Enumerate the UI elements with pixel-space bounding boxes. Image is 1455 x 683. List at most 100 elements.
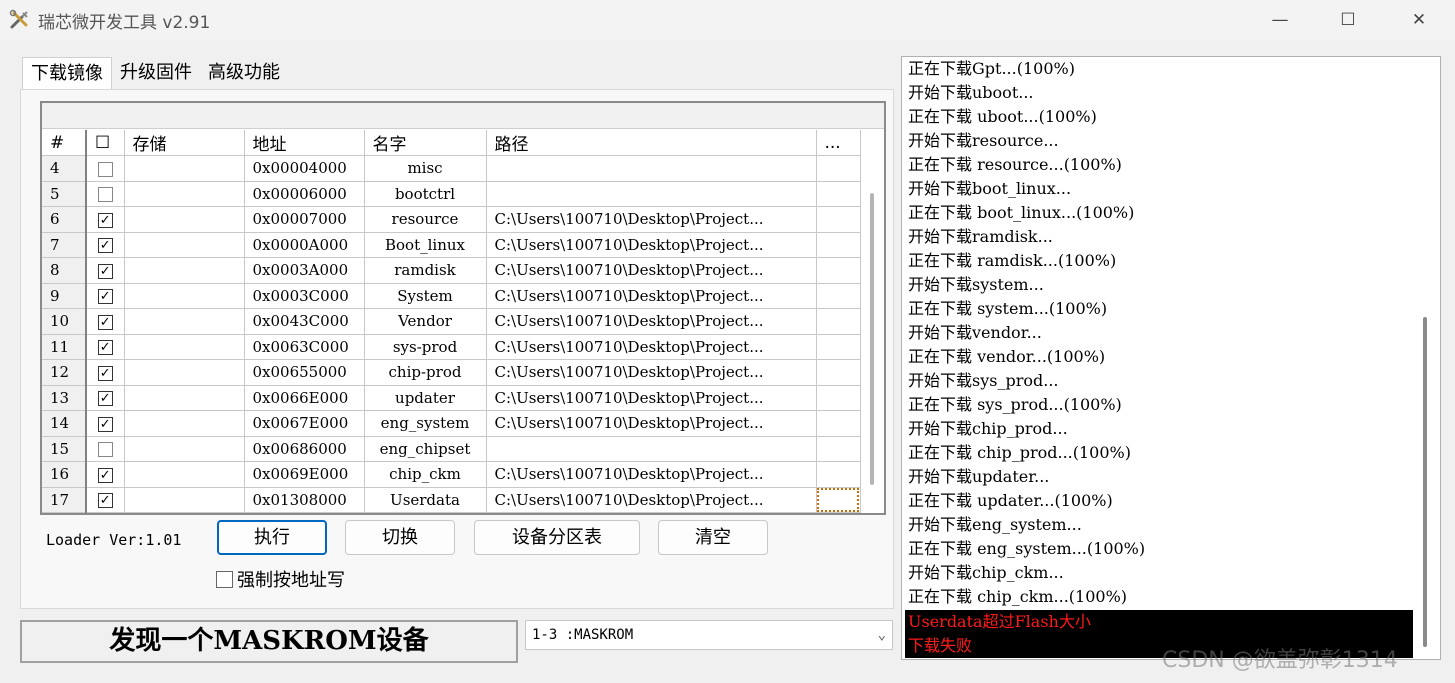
row-path[interactable]: C:\Users\100710\Desktop\Project... xyxy=(486,461,817,488)
row-checkbox-cell[interactable]: ✓ xyxy=(86,232,125,258)
row-checkbox-cell[interactable]: ✓ xyxy=(86,308,125,335)
row-checkbox-cell[interactable]: ✓ xyxy=(86,385,125,411)
row-checkbox-cell[interactable] xyxy=(86,181,125,207)
row-path[interactable]: C:\Users\100710\Desktop\Project... xyxy=(486,257,817,284)
row-name: chip-prod xyxy=(364,359,487,386)
row-checkbox[interactable]: ✓ xyxy=(97,289,113,305)
close-button[interactable]: ✕ xyxy=(1396,4,1442,36)
tab-upgrade-firmware[interactable]: 升级固件 xyxy=(112,57,200,89)
row-checkbox[interactable]: ✓ xyxy=(97,391,113,407)
row-address: 0x0069E000 xyxy=(244,461,365,488)
log-line: 正在下载 resource...(100%) xyxy=(908,155,1122,174)
col-check-header[interactable]: ☐ xyxy=(86,130,125,156)
tab-advanced[interactable]: 高级功能 xyxy=(200,57,288,89)
row-checkbox[interactable]: ✓ xyxy=(97,212,113,228)
row-checkbox-cell[interactable] xyxy=(86,436,125,462)
row-checkbox[interactable]: ✓ xyxy=(97,493,113,509)
table-row[interactable]: 6 ✓ 0x00007000 resource C:\Users\100710\Desk… xyxy=(42,206,861,233)
table-row[interactable]: 7 ✓ 0x0000A000 Boot_linux C:\Users\100710\De… xyxy=(42,232,861,258)
row-checkbox[interactable]: ✓ xyxy=(97,340,113,356)
row-checkbox[interactable]: ✓ xyxy=(97,263,113,279)
row-num: 5 xyxy=(42,181,87,207)
row-checkbox-cell[interactable]: ✓ xyxy=(86,283,125,309)
force-address-checkbox[interactable] xyxy=(216,570,233,588)
table-row[interactable]: 8 ✓ 0x0003A000 ramdisk C:\Users\100710\Deskt… xyxy=(42,257,861,284)
row-path[interactable]: C:\Users\100710\Desktop\Project... xyxy=(486,334,817,360)
table-row[interactable]: 9 ✓ 0x0003C000 System C:\Users\100710\Deskto… xyxy=(42,283,861,309)
row-checkbox-cell[interactable]: ✓ xyxy=(86,410,125,437)
partition-table-button[interactable]: 设备分区表 xyxy=(474,520,640,555)
row-more[interactable] xyxy=(816,181,861,207)
row-checkbox-cell[interactable]: ✓ xyxy=(86,257,125,284)
row-checkbox[interactable]: ✓ xyxy=(97,365,113,381)
row-more[interactable] xyxy=(816,385,861,411)
row-path[interactable]: C:\Users\100710\Desktop\Project... xyxy=(486,206,817,233)
table-row[interactable]: 16 ✓ 0x0069E000 chip_ckm C:\Users\100710\Des… xyxy=(42,461,861,488)
row-path[interactable]: C:\Users\100710\Desktop\Project... xyxy=(486,232,817,258)
row-more[interactable] xyxy=(816,257,861,284)
switch-button[interactable]: 切换 xyxy=(345,520,455,555)
row-checkbox-cell[interactable]: ✓ xyxy=(86,487,125,513)
table-row[interactable]: 4 0x00004000 misc xyxy=(42,155,861,182)
table-row[interactable]: 17 ✓ 0x01308000 Userdata C:\Users\100710\Des… xyxy=(42,487,861,513)
execute-button[interactable]: 执行 xyxy=(217,520,327,555)
row-more[interactable] xyxy=(816,206,861,233)
row-checkbox[interactable] xyxy=(97,442,113,458)
row-path[interactable]: C:\Users\100710\Desktop\Project... xyxy=(486,308,817,335)
row-path[interactable]: C:\Users\100710\Desktop\Project... xyxy=(486,385,817,411)
minimize-button[interactable]: — xyxy=(1257,4,1303,36)
row-more[interactable] xyxy=(816,487,861,513)
row-more[interactable] xyxy=(816,283,861,309)
table-row[interactable]: 12 ✓ 0x00655000 chip-prod C:\Users\100710\De… xyxy=(42,359,861,386)
table-row[interactable]: 15 0x00686000 eng_chipset xyxy=(42,436,861,462)
tab-bar: 下载镜像 升级固件 高级功能 xyxy=(22,57,288,89)
row-checkbox[interactable]: ✓ xyxy=(97,238,113,254)
row-checkbox-cell[interactable]: ✓ xyxy=(86,334,125,360)
title-bar: 瑞芯微开发工具 v2.91 — ☐ ✕ xyxy=(0,0,1455,40)
log-panel[interactable]: 正在下载Gpt...(100%) 开始下载uboot... 正在下载 uboot..… xyxy=(901,56,1441,660)
row-path[interactable]: C:\Users\100710\Desktop\Project... xyxy=(486,359,817,386)
clear-button[interactable]: 清空 xyxy=(658,520,768,555)
log-line: 开始下载eng_system... xyxy=(908,515,1082,534)
row-path[interactable]: C:\Users\100710\Desktop\Project... xyxy=(486,410,817,437)
row-checkbox-cell[interactable]: ✓ xyxy=(86,206,125,233)
chevron-down-icon[interactable]: ⌄ xyxy=(878,621,886,649)
device-select[interactable]: 1-3 :MASKROM ⌄ xyxy=(525,620,893,650)
grid-scrollbar[interactable] xyxy=(870,193,874,485)
row-checkbox[interactable] xyxy=(97,187,113,203)
log-line: 开始下载chip_ckm... xyxy=(908,563,1064,582)
row-path[interactable] xyxy=(486,436,817,462)
row-checkbox-cell[interactable]: ✓ xyxy=(86,359,125,386)
row-checkbox[interactable] xyxy=(97,161,113,177)
row-checkbox-cell[interactable]: ✓ xyxy=(86,461,125,488)
log-scrollbar[interactable] xyxy=(1423,317,1427,647)
row-path[interactable]: C:\Users\100710\Desktop\Project... xyxy=(486,487,817,513)
row-address: 0x00686000 xyxy=(244,436,365,462)
table-row[interactable]: 5 0x00006000 bootctrl xyxy=(42,181,861,207)
table-row[interactable]: 11 ✓ 0x0063C000 sys-prod C:\Users\100710\Des… xyxy=(42,334,861,360)
log-line: 开始下载boot_linux... xyxy=(908,179,1072,198)
row-more[interactable] xyxy=(816,232,861,258)
force-address-write[interactable]: 强制按地址写 xyxy=(216,566,345,592)
row-address: 0x00004000 xyxy=(244,155,365,182)
table-row[interactable]: 13 ✓ 0x0066E000 updater C:\Users\100710\Desk… xyxy=(42,385,861,411)
row-more[interactable] xyxy=(816,410,861,437)
row-more[interactable] xyxy=(816,155,861,182)
row-path[interactable] xyxy=(486,155,817,182)
row-checkbox-cell[interactable] xyxy=(86,155,125,182)
row-more[interactable] xyxy=(816,461,861,488)
row-name: Userdata xyxy=(364,487,487,513)
maximize-button[interactable]: ☐ xyxy=(1325,4,1371,36)
row-checkbox[interactable]: ✓ xyxy=(97,467,113,483)
table-row[interactable]: 14 ✓ 0x0067E000 eng_system C:\Users\100710\D… xyxy=(42,410,861,437)
row-more[interactable] xyxy=(816,334,861,360)
row-path[interactable] xyxy=(486,181,817,207)
row-more[interactable] xyxy=(816,359,861,386)
tab-download-image[interactable]: 下载镜像 xyxy=(22,57,112,89)
row-checkbox[interactable]: ✓ xyxy=(97,416,113,432)
row-checkbox[interactable]: ✓ xyxy=(97,314,113,330)
table-row[interactable]: 10 ✓ 0x0043C000 Vendor C:\Users\100710\Deskt… xyxy=(42,308,861,335)
row-more[interactable] xyxy=(816,308,861,335)
row-path[interactable]: C:\Users\100710\Desktop\Project... xyxy=(486,283,817,309)
row-more[interactable] xyxy=(816,436,861,462)
